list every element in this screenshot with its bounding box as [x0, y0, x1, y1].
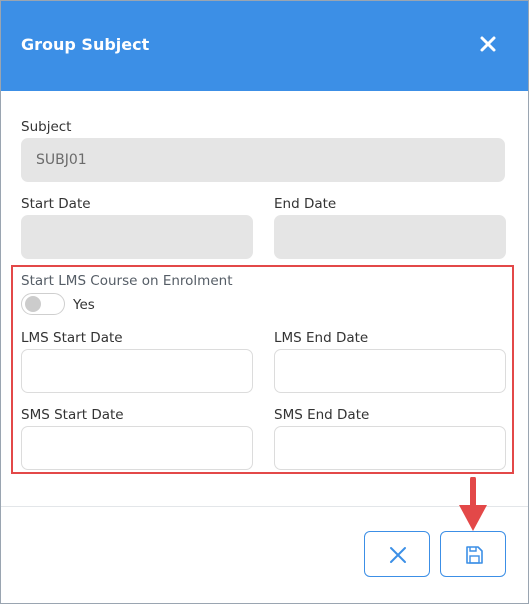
start-date-label: Start Date [21, 196, 91, 212]
save-button[interactable] [440, 531, 506, 577]
dialog-header: Group Subject [1, 1, 528, 91]
lms-end-date-input[interactable] [274, 349, 506, 393]
toggle-yes-label: Yes [73, 297, 95, 313]
sms-start-date-input[interactable] [21, 426, 253, 470]
lms-enrolment-toggle[interactable] [21, 293, 65, 315]
subject-label: Subject [21, 119, 72, 135]
sms-end-date-input[interactable] [274, 426, 506, 470]
footer-divider [1, 506, 528, 507]
lms-start-date-input[interactable] [21, 349, 253, 393]
subject-value: SUBJ01 [36, 152, 87, 168]
sms-start-date-label: SMS Start Date [21, 407, 124, 423]
end-date-label: End Date [274, 196, 337, 212]
subject-field: SUBJ01 [21, 138, 505, 182]
end-date-field [274, 215, 506, 259]
toggle-knob [25, 296, 41, 312]
group-subject-dialog: Group Subject Subject SUBJ01 Start Date … [0, 0, 529, 604]
annotation-arrow [456, 476, 490, 533]
cancel-button[interactable] [364, 531, 430, 577]
start-date-field [21, 215, 253, 259]
lms-end-date-label: LMS End Date [274, 330, 369, 346]
dialog-title: Group Subject [21, 35, 150, 54]
sms-end-date-label: SMS End Date [274, 407, 370, 423]
lms-toggle-label: Start LMS Course on Enrolment [21, 273, 233, 289]
close-icon[interactable] [477, 33, 499, 55]
lms-start-date-label: LMS Start Date [21, 330, 123, 346]
